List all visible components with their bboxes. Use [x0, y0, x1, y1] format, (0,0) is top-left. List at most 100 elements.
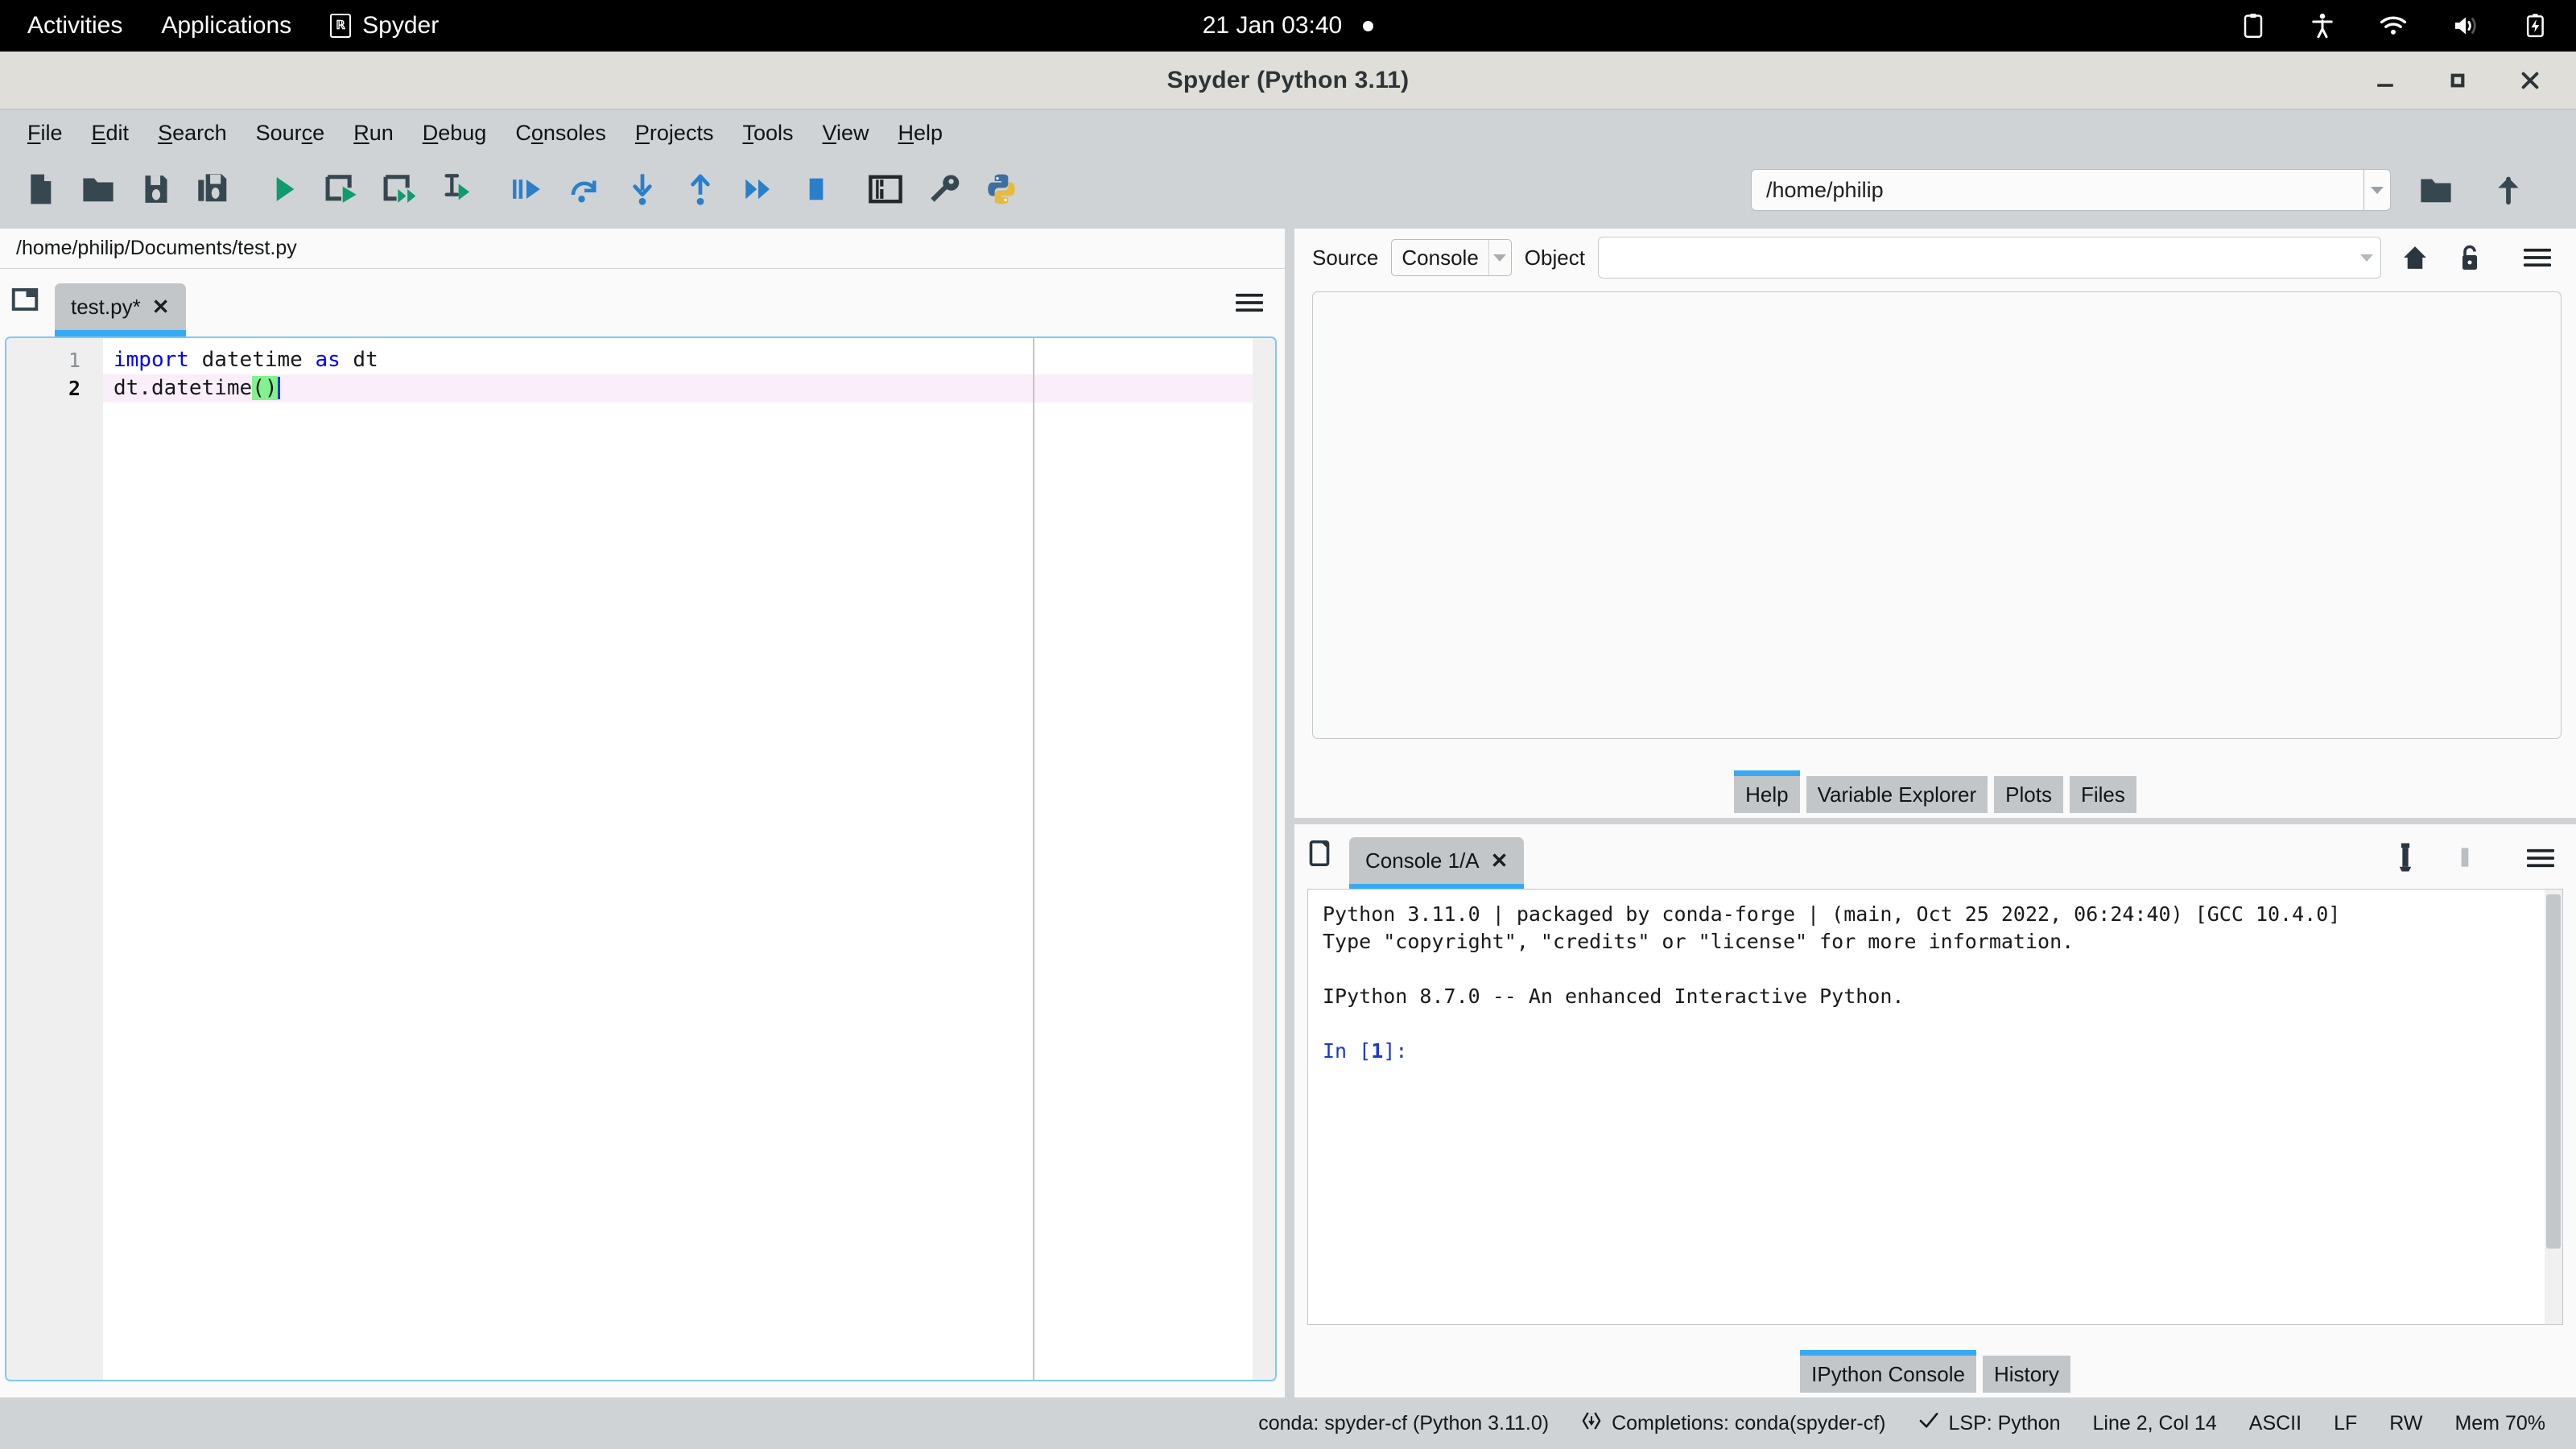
- new-file-icon[interactable]: [11, 163, 69, 216]
- status-memory[interactable]: Mem 70%: [2454, 1412, 2545, 1435]
- tab-help[interactable]: Help: [1734, 776, 1799, 813]
- menu-source[interactable]: Source: [243, 114, 338, 152]
- status-lsp[interactable]: LSP: Python: [1918, 1410, 2061, 1437]
- line-number: 1: [6, 346, 103, 374]
- help-pane-tab-bar: Help Variable Explorer Plots Files: [1294, 768, 2576, 813]
- help-options-icon[interactable]: [2516, 237, 2558, 279]
- run-cell-icon[interactable]: [312, 163, 370, 216]
- window-maximize-button[interactable]: [2444, 67, 2471, 94]
- code-line-current[interactable]: dt.datetime(): [103, 374, 1275, 402]
- menu-help[interactable]: Help: [886, 114, 956, 152]
- tab-files[interactable]: Files: [2070, 776, 2136, 813]
- stop-debug-icon[interactable]: [787, 163, 845, 216]
- browse-tabs-icon[interactable]: [1294, 823, 1344, 884]
- parent-directory-icon[interactable]: [2479, 163, 2537, 217]
- status-encoding[interactable]: ASCII: [2249, 1412, 2301, 1435]
- tab-history[interactable]: History: [1983, 1356, 2070, 1393]
- help-source-select[interactable]: Console: [1391, 239, 1511, 276]
- tab-ipython-console[interactable]: IPython Console: [1800, 1356, 1976, 1393]
- menu-edit[interactable]: Edit: [79, 114, 142, 152]
- save-file-icon[interactable]: [127, 163, 185, 216]
- status-interpreter[interactable]: conda: spyder-cf (Python 3.11.0): [1258, 1412, 1549, 1435]
- active-app-label: Spyder: [362, 12, 439, 39]
- console-tab-1a[interactable]: Console 1/A ✕: [1349, 837, 1524, 884]
- run-file-icon[interactable]: [254, 163, 312, 216]
- console-input-prompt[interactable]: In [1]:: [1323, 1038, 2548, 1065]
- volume-icon[interactable]: [2452, 14, 2479, 37]
- applications-label: Applications: [161, 12, 291, 39]
- browse-tabs-icon[interactable]: [0, 269, 50, 330]
- notification-dot-icon: [1363, 21, 1373, 31]
- wifi-icon[interactable]: [2380, 14, 2407, 37]
- menu-file[interactable]: FFileile: [14, 114, 76, 152]
- menu-search[interactable]: Search: [145, 114, 240, 152]
- editor-scrollbar[interactable]: [1253, 338, 1275, 1380]
- python-path-icon[interactable]: [972, 163, 1030, 216]
- status-cursor-position[interactable]: Line 2, Col 14: [2092, 1412, 2216, 1435]
- run-selection-icon[interactable]: [428, 163, 486, 216]
- clock[interactable]: 21 Jan 03:40: [1203, 12, 1342, 39]
- chevron-down-icon[interactable]: [1488, 240, 1511, 275]
- close-icon[interactable]: ✕: [152, 296, 170, 317]
- editor-options-icon[interactable]: [1232, 287, 1267, 319]
- working-directory-selector[interactable]: /home/philip: [1751, 169, 2391, 211]
- save-all-icon[interactable]: [185, 163, 243, 216]
- activities-button[interactable]: Activities: [27, 12, 122, 39]
- code-text-area[interactable]: import datetime as dt dt.datetime(): [103, 338, 1275, 1380]
- console-output[interactable]: Python 3.11.0 | packaged by conda-forge …: [1307, 889, 2563, 1325]
- clipboard-icon[interactable]: [2241, 12, 2265, 39]
- menu-run[interactable]: Run: [341, 114, 407, 152]
- home-icon[interactable]: [2394, 237, 2436, 279]
- help-pane: Source Console Object Help Variable Expl…: [1294, 229, 2576, 818]
- editor-tab-bar: test.py* ✕: [0, 269, 1285, 330]
- scrollbar-thumb[interactable]: [2546, 894, 2561, 1249]
- accessibility-icon[interactable]: [2310, 12, 2334, 39]
- menu-debug[interactable]: Debug: [410, 114, 500, 152]
- status-permissions[interactable]: RW: [2389, 1412, 2422, 1435]
- working-directory-value[interactable]: /home/philip: [1751, 169, 2363, 211]
- menu-consoles[interactable]: Consoles: [502, 114, 619, 152]
- edge-line-marker: [1033, 338, 1034, 1380]
- ipython-console-pane: Console 1/A ✕ Python 3.11.0 | packaged b…: [1294, 824, 2576, 1397]
- lock-icon[interactable]: [2449, 237, 2491, 279]
- console-options-icon[interactable]: [2523, 842, 2558, 874]
- remove-all-variables-icon[interactable]: [2388, 839, 2423, 876]
- status-eol[interactable]: LF: [2334, 1412, 2357, 1435]
- run-cell-advance-icon[interactable]: [370, 163, 428, 216]
- step-over-icon[interactable]: [555, 163, 613, 216]
- chevron-down-icon[interactable]: [2363, 169, 2391, 211]
- window-minimize-button[interactable]: [2372, 67, 2399, 94]
- applications-menu[interactable]: Applications: [161, 12, 291, 39]
- menu-tools[interactable]: Tools: [729, 114, 806, 152]
- horizontal-splitter[interactable]: [1294, 818, 2576, 824]
- preferences-icon[interactable]: [914, 163, 972, 216]
- active-app-menu[interactable]: ℝ Spyder: [330, 12, 439, 39]
- code-line[interactable]: import datetime as dt: [103, 346, 1275, 374]
- console-line: Type "copyright", "credits" or "license"…: [1323, 928, 2548, 956]
- browse-directory-icon[interactable]: [2407, 163, 2465, 217]
- code-editor[interactable]: 1 2 import datetime as dt dt.datetime(): [5, 336, 1277, 1381]
- battery-icon[interactable]: [2524, 13, 2547, 39]
- help-object-label: Object: [1525, 246, 1585, 270]
- console-scrollbar[interactable]: [2545, 890, 2562, 1324]
- window-close-button[interactable]: [2516, 67, 2544, 94]
- help-object-input[interactable]: [1598, 237, 2381, 279]
- chevron-down-icon[interactable]: [2353, 254, 2380, 262]
- menu-projects[interactable]: Projects: [622, 114, 727, 152]
- code-token: dt: [341, 348, 378, 372]
- step-into-icon[interactable]: [613, 163, 671, 216]
- vertical-splitter[interactable]: [1285, 229, 1294, 1397]
- close-icon[interactable]: ✕: [1491, 850, 1509, 871]
- continue-icon[interactable]: [729, 163, 787, 216]
- tab-plots[interactable]: Plots: [1994, 776, 2063, 813]
- step-return-icon[interactable]: [671, 163, 729, 216]
- open-file-icon[interactable]: [69, 163, 127, 216]
- debug-file-icon[interactable]: [497, 163, 555, 216]
- status-completions[interactable]: Completions: conda(spyder-cf): [1581, 1410, 1885, 1437]
- status-bar: conda: spyder-cf (Python 3.11.0) Complet…: [0, 1397, 2576, 1449]
- panes-layout-icon[interactable]: [857, 163, 914, 216]
- editor-tab-test-py[interactable]: test.py* ✕: [55, 283, 186, 330]
- stop-icon[interactable]: [2447, 839, 2483, 876]
- menu-view[interactable]: View: [809, 114, 881, 152]
- tab-variable-explorer[interactable]: Variable Explorer: [1806, 776, 1988, 813]
